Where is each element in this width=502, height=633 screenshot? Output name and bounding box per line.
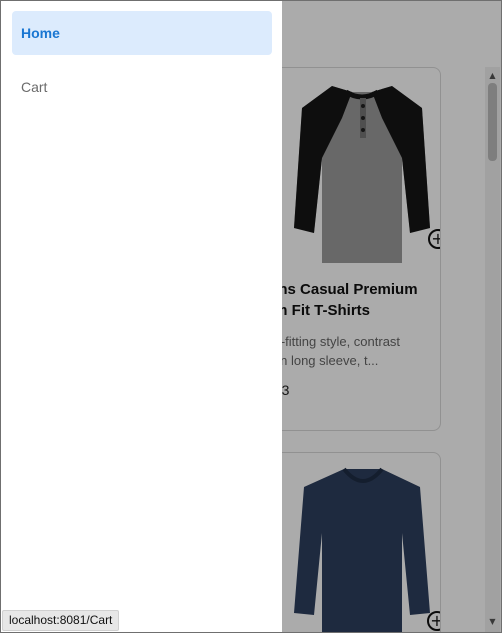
sidebar-item-cart[interactable]: Cart [12, 65, 272, 109]
sidebar-item-home[interactable]: Home [12, 11, 272, 55]
status-bar-url: localhost:8081/Cart [2, 610, 120, 631]
sidebar-item-label: Home [21, 25, 60, 41]
sidebar-item-label: Cart [21, 79, 48, 95]
app-window: + ens Casual Premium im Fit T-Shirts m-f… [0, 0, 502, 633]
navigation-drawer: Home Cart [1, 1, 282, 632]
